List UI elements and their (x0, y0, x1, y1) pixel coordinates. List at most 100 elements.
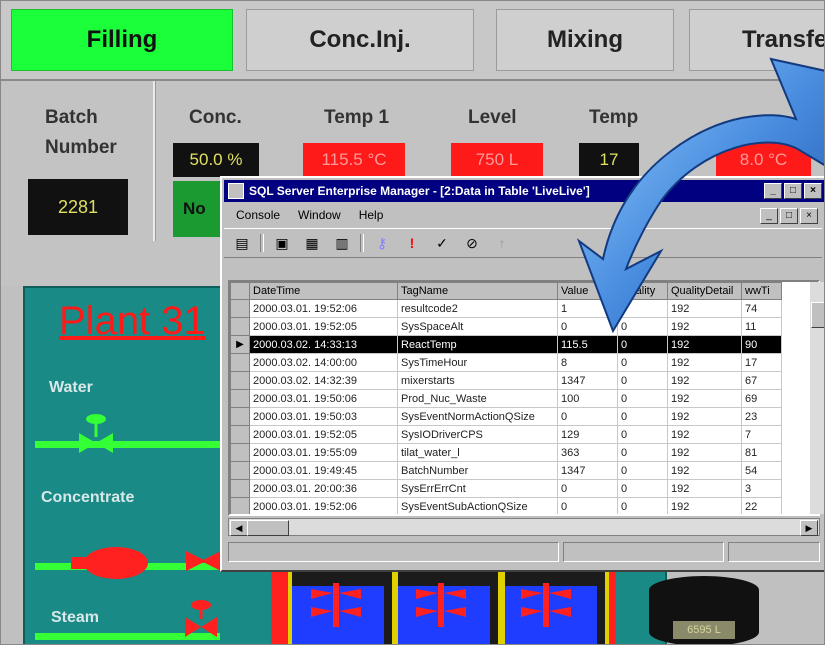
table-cell[interactable]: 2000.03.01. 19:52:06 (249, 299, 398, 318)
table-cell[interactable]: 3 (741, 479, 782, 498)
table-cell[interactable]: 2000.03.01. 19:50:03 (249, 407, 398, 426)
scroll-thumb[interactable] (247, 520, 289, 536)
table-cell[interactable]: 0 (557, 497, 618, 514)
table-cell[interactable]: 1347 (557, 461, 618, 480)
row-selector[interactable] (230, 479, 250, 498)
menu-help[interactable]: Help (359, 208, 384, 222)
table-row[interactable]: 2000.03.01. 20:00:36 SysErrErrCnt 0 0 192 3 (230, 479, 782, 498)
properties-icon[interactable]: ▤ (230, 232, 254, 254)
table-row[interactable]: 2000.03.01. 19:50:03 SysEventNormActionQS… (230, 407, 782, 426)
table-row[interactable]: 2000.03.02. 14:00:00 SysTimeHour 8 0 192 17 (230, 353, 782, 372)
column-header[interactable]: DateTime (249, 282, 398, 300)
scroll-right-icon[interactable]: ▶ (800, 520, 818, 536)
table-cell[interactable]: 2000.03.01. 19:52:06 (249, 497, 398, 514)
table-row[interactable]: 2000.03.01. 19:52:05 SysSpaceAlt 0 0 192 11 (230, 317, 782, 336)
mdi-close-icon[interactable]: × (800, 208, 818, 224)
table-cell[interactable]: 192 (667, 335, 742, 354)
row-selector[interactable] (230, 407, 250, 426)
table-cell[interactable]: 0 (617, 407, 668, 426)
table-cell[interactable]: 0 (617, 497, 668, 514)
table-cell[interactable]: 192 (667, 461, 742, 480)
table-cell[interactable]: 363 (557, 443, 618, 462)
scroll-thumb[interactable] (811, 302, 824, 328)
row-selector[interactable] (230, 299, 250, 318)
table-cell[interactable]: 2000.03.01. 20:00:36 (249, 479, 398, 498)
table-cell[interactable]: 23 (741, 407, 782, 426)
table-cell[interactable]: 7 (741, 425, 782, 444)
row-selector[interactable]: ▶ (230, 335, 250, 354)
column-header[interactable]: wwTi (741, 282, 782, 300)
table-cell[interactable]: SysErrErrCnt (397, 479, 558, 498)
mdi-minimize-icon[interactable]: _ (760, 208, 778, 224)
mdi-restore-icon[interactable]: □ (780, 208, 798, 224)
column-header[interactable]: QualityDetail (667, 282, 742, 300)
table-cell[interactable]: mixerstarts (397, 371, 558, 390)
table-cell[interactable]: 0 (617, 389, 668, 408)
table-cell[interactable]: 17 (741, 353, 782, 372)
row-selector[interactable] (230, 353, 250, 372)
menu-console[interactable]: Console (236, 208, 280, 222)
table-cell[interactable]: 2000.03.02. 14:32:39 (249, 371, 398, 390)
valve-icon[interactable] (71, 411, 121, 461)
table-cell[interactable]: 0 (617, 299, 668, 318)
column-header[interactable]: TagName (397, 282, 558, 300)
table-cell[interactable]: 69 (741, 389, 782, 408)
scroll-left-icon[interactable]: ◀ (230, 520, 248, 536)
table-cell[interactable]: SysIODriverCPS (397, 425, 558, 444)
table-row[interactable]: 2000.03.01. 19:50:06 Prod_Nuc_Waste 100 0 19… (230, 389, 782, 408)
sql-enterprise-manager-window[interactable]: SQL Server Enterprise Manager - [2:Data … (220, 176, 824, 572)
table-cell[interactable]: 0 (617, 353, 668, 372)
table-cell[interactable]: SysSpaceAlt (397, 317, 558, 336)
results-grid[interactable]: DateTime TagName Value Quality QualityDe… (228, 280, 820, 516)
run-icon[interactable]: ! (400, 232, 424, 254)
column-header[interactable]: Value (557, 282, 618, 300)
maximize-icon[interactable]: □ (784, 183, 802, 199)
table-cell[interactable]: 0 (617, 461, 668, 480)
vertical-scrollbar[interactable] (810, 282, 824, 514)
table-cell[interactable]: 192 (667, 371, 742, 390)
table-cell[interactable]: 192 (667, 389, 742, 408)
table-cell[interactable]: 54 (741, 461, 782, 480)
table-cell[interactable]: 2000.03.01. 19:49:45 (249, 461, 398, 480)
table-cell[interactable]: SysEventSubActionQSize (397, 497, 558, 514)
table-cell[interactable]: 11 (741, 317, 782, 336)
table-cell[interactable]: 192 (667, 479, 742, 498)
row-selector[interactable] (230, 389, 250, 408)
show-diagram-icon[interactable]: ▣ (270, 232, 294, 254)
row-selector[interactable] (230, 461, 250, 480)
tab-conc-inj[interactable]: Conc.Inj. (246, 9, 474, 71)
table-cell[interactable]: 0 (557, 479, 618, 498)
table-cell[interactable]: 0 (557, 407, 618, 426)
table-cell[interactable]: 2000.03.02. 14:33:13 (249, 335, 398, 354)
table-cell[interactable]: Prod_Nuc_Waste (397, 389, 558, 408)
close-icon[interactable]: × (804, 183, 822, 199)
table-row[interactable]: 2000.03.01. 19:52:06 resultcode2 1 0 192 74 (230, 299, 782, 318)
table-cell[interactable]: 0 (617, 479, 668, 498)
window-titlebar[interactable]: SQL Server Enterprise Manager - [2:Data … (224, 180, 824, 202)
table-cell[interactable]: 74 (741, 299, 782, 318)
tab-filling[interactable]: Filling (11, 9, 233, 71)
row-selector[interactable] (230, 317, 250, 336)
table-cell[interactable]: SysTimeHour (397, 353, 558, 372)
row-selector[interactable] (230, 497, 250, 514)
table-cell[interactable]: 2000.03.02. 14:00:00 (249, 353, 398, 372)
table-cell[interactable]: SysEventNormActionQSize (397, 407, 558, 426)
verify-icon[interactable]: ✓ (430, 232, 454, 254)
table-row[interactable]: 2000.03.02. 14:32:39 mixerstarts 1347 0 192 6… (230, 371, 782, 390)
horizontal-scrollbar[interactable]: ◀ ▶ (228, 518, 820, 536)
table-cell[interactable]: 8 (557, 353, 618, 372)
table-row[interactable]: 2000.03.01. 19:49:45 BatchNumber 1347 0 192 5… (230, 461, 782, 480)
table-row[interactable]: ▶ 2000.03.02. 14:33:13 ReactTemp 115.5 0 192 9… (230, 335, 782, 354)
table-cell[interactable]: resultcode2 (397, 299, 558, 318)
tab-mixing[interactable]: Mixing (496, 9, 674, 71)
table-row[interactable]: 2000.03.01. 19:52:06 SysEventSubActionQSi… (230, 497, 782, 514)
table-cell[interactable]: 0 (557, 317, 618, 336)
show-grid-icon[interactable]: ▦ (300, 232, 324, 254)
key-icon[interactable]: ⚷ (370, 232, 394, 254)
table-cell[interactable]: 2000.03.01. 19:50:06 (249, 389, 398, 408)
table-cell[interactable]: 0 (617, 371, 668, 390)
table-cell[interactable]: 2000.03.01. 19:52:05 (249, 425, 398, 444)
menu-window[interactable]: Window (298, 208, 341, 222)
table-cell[interactable]: 192 (667, 299, 742, 318)
table-cell[interactable]: 81 (741, 443, 782, 462)
